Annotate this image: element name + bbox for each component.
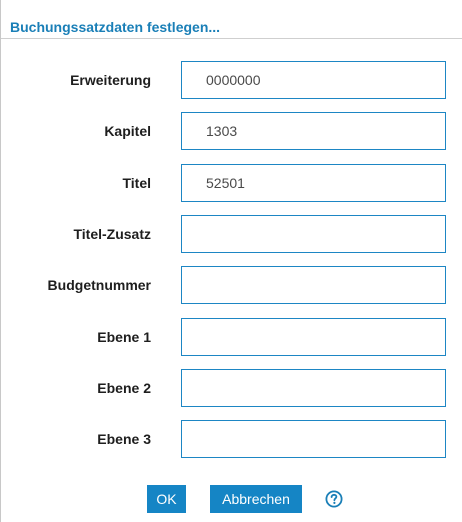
row-ebene-2: Ebene 2 bbox=[1, 369, 462, 407]
titel-zusatz-label: Titel-Zusatz bbox=[73, 226, 151, 242]
ok-button[interactable]: OK bbox=[147, 485, 186, 513]
row-kapitel: Kapitel bbox=[1, 112, 462, 150]
row-ebene-3: Ebene 3 bbox=[1, 420, 462, 458]
ebene-3-label: Ebene 3 bbox=[97, 431, 151, 447]
kapitel-input[interactable] bbox=[181, 112, 446, 150]
row-titel: Titel bbox=[1, 164, 462, 202]
ebene-3-input[interactable] bbox=[181, 420, 446, 458]
titel-zusatz-input[interactable] bbox=[181, 215, 446, 253]
titel-input[interactable] bbox=[181, 164, 446, 202]
booking-record-dialog: Buchungssatzdaten festlegen... Erweiteru… bbox=[0, 0, 462, 522]
row-erweiterung: Erweiterung bbox=[1, 61, 462, 99]
budgetnummer-label: Budgetnummer bbox=[47, 277, 151, 293]
ebene-1-label: Ebene 1 bbox=[97, 329, 151, 345]
help-circle-icon[interactable] bbox=[325, 490, 343, 508]
dialog-button-bar: OK Abbrechen bbox=[1, 485, 462, 513]
ebene-2-input[interactable] bbox=[181, 369, 446, 407]
row-budgetnummer: Budgetnummer bbox=[1, 266, 462, 304]
budgetnummer-input[interactable] bbox=[181, 266, 446, 304]
dialog-title: Buchungssatzdaten festlegen... bbox=[10, 19, 221, 35]
kapitel-label: Kapitel bbox=[104, 123, 151, 139]
ebene-2-label: Ebene 2 bbox=[97, 380, 151, 396]
ebene-1-input[interactable] bbox=[181, 318, 446, 356]
erweiterung-label: Erweiterung bbox=[70, 72, 151, 88]
titel-label: Titel bbox=[122, 175, 151, 191]
row-titel-zusatz: Titel-Zusatz bbox=[1, 215, 462, 253]
row-ebene-1: Ebene 1 bbox=[1, 318, 462, 356]
cancel-button[interactable]: Abbrechen bbox=[210, 485, 302, 513]
erweiterung-input[interactable] bbox=[181, 61, 446, 99]
dialog-titlebar: Buchungssatzdaten festlegen... bbox=[1, 0, 462, 39]
